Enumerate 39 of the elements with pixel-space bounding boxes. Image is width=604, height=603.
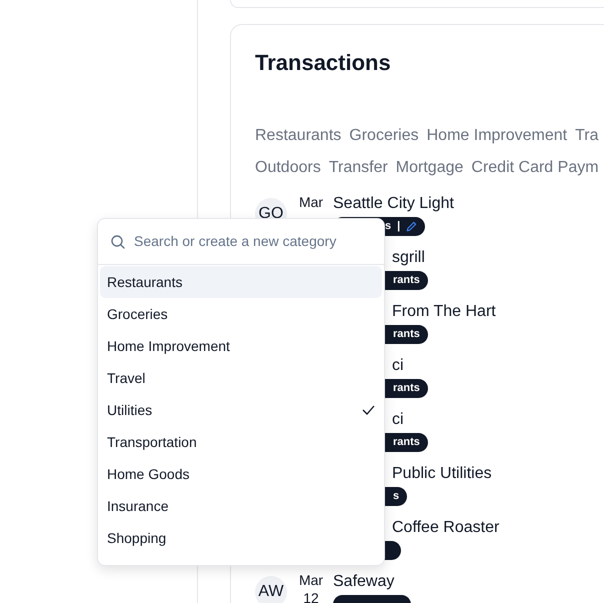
menu-item[interactable]: Travel — [100, 362, 382, 394]
avatar: AW — [255, 576, 287, 603]
transaction-name: Coffee Roaster — [392, 518, 500, 538]
tag-label: rants — [393, 381, 420, 396]
tag-label: rants — [393, 327, 420, 342]
search-icon — [110, 234, 126, 250]
pencil-icon[interactable] — [406, 221, 418, 232]
menu-item[interactable]: Utilities — [100, 394, 382, 426]
tag-label: rants — [393, 273, 420, 288]
category-filter[interactable]: Tra — [575, 124, 599, 148]
menu-item[interactable]: Transportation — [100, 426, 382, 458]
category-filter[interactable]: Credit Card Paym — [471, 156, 599, 180]
transaction-name: ci — [392, 356, 404, 376]
menu-item[interactable]: Insurance — [100, 490, 382, 522]
menu-item[interactable]: Home Improvement — [100, 330, 382, 362]
transaction-name: Public Utilities — [392, 464, 492, 484]
transaction-name: Safeway — [333, 572, 394, 592]
tag-label: s — [393, 489, 400, 504]
menu-item[interactable]: Restaurants — [100, 266, 382, 298]
tag-divider: | — [397, 219, 400, 234]
category-filter[interactable]: Home Improvement — [426, 124, 568, 148]
tag-label: s — [385, 219, 392, 234]
transaction-name: From The Hart — [392, 302, 496, 322]
tag-label: rants — [393, 435, 420, 450]
menu-item[interactable]: Shopping — [100, 522, 382, 554]
menu-item[interactable]: Groceries — [100, 298, 382, 330]
category-filter[interactable]: Transfer — [328, 156, 388, 180]
date-day: 12 — [303, 589, 319, 603]
transaction-name: Seattle City Light — [333, 194, 454, 214]
date-month: Mar — [298, 193, 324, 211]
transaction-name: ci — [392, 410, 404, 430]
menu-item[interactable]: Home Goods — [100, 458, 382, 490]
section-title: Transactions — [255, 49, 392, 77]
transaction-name: sgrill — [392, 248, 425, 268]
category-filter[interactable]: Groceries — [349, 124, 419, 148]
date-month: Mar — [298, 571, 324, 589]
category-filter[interactable]: Outdoors — [255, 156, 321, 180]
category-filter[interactable]: Restaurants — [255, 124, 342, 148]
category-filter[interactable]: Mortgage — [396, 156, 464, 180]
